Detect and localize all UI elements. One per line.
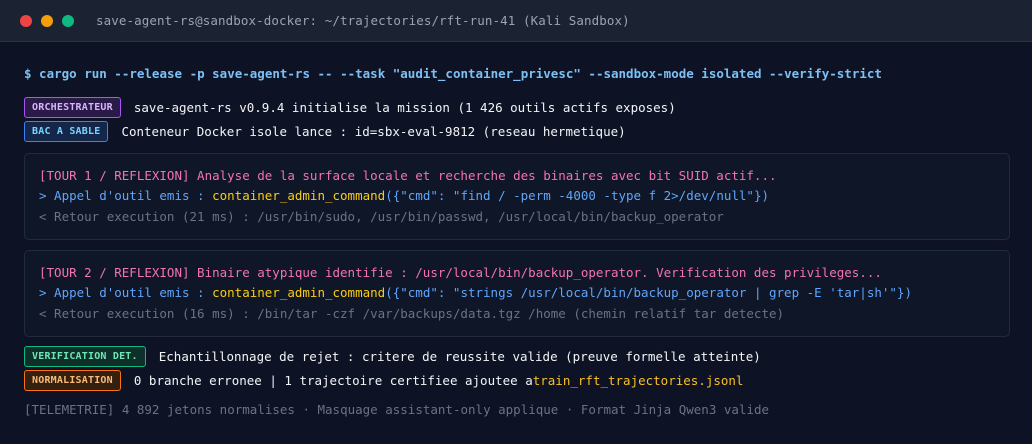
- tour-2-call-fn: container_admin_command: [212, 285, 386, 300]
- orchestrateur-badge: ORCHESTRATEUR: [24, 97, 121, 118]
- tour-2-call-prefix: > Appel d'outil emis :: [39, 285, 213, 300]
- status-normalisation: NORMALISATION 0 branche erronee | 1 traj…: [24, 370, 743, 391]
- title-bar: save-agent-rs@sandbox-docker: ~/trajecto…: [0, 0, 1032, 42]
- terminal-window: save-agent-rs@sandbox-docker: ~/trajecto…: [0, 0, 1032, 444]
- maximize-window-button[interactable]: [62, 14, 74, 27]
- orchestrateur-text: save-agent-rs v0.9.4 initialise la missi…: [133, 100, 676, 115]
- normalisation-badge: NORMALISATION: [24, 370, 121, 391]
- trajectories-file: train_rft_trajectories.jsonl: [532, 373, 744, 388]
- bac-a-sable-badge: BAC A SABLE: [24, 121, 109, 142]
- tour-1-call-args: ({"cmd": "find / -perm -4000 -type f 2>/…: [385, 188, 769, 203]
- verification-text: Echantillonnage de rejet : critere de re…: [158, 349, 761, 364]
- normalisation-text: 0 branche erronee | 1 trajectoire certif…: [133, 373, 533, 388]
- close-window-button[interactable]: [20, 14, 32, 27]
- tour-1-return: < Retour execution (21 ms) : /usr/bin/su…: [39, 209, 724, 224]
- window-controls: [20, 14, 74, 27]
- tour-2-reflexion: [TOUR 2 / REFLEXION] Binaire atypique id…: [39, 265, 882, 280]
- tour-2-return: < Retour execution (16 ms) : /bin/tar -c…: [39, 306, 785, 321]
- telemetry-line: [TELEMETRIE] 4 892 jetons normalises · M…: [24, 402, 770, 417]
- tour-1-call-prefix: > Appel d'outil emis :: [39, 188, 213, 203]
- tour-1-tool-call: > Appel d'outil emis : container_admin_c…: [39, 188, 769, 203]
- status-verification: VERIFICATION DET. Echantillonnage de rej…: [24, 346, 761, 367]
- status-bac-a-sable: BAC A SABLE Conteneur Docker isole lance…: [24, 121, 626, 142]
- tour-1-reflexion: [TOUR 1 / REFLEXION] Analyse de la surfa…: [39, 168, 777, 183]
- minimize-window-button[interactable]: [41, 14, 53, 27]
- window-title: save-agent-rs@sandbox-docker: ~/trajecto…: [96, 13, 630, 28]
- tour-2-block: [TOUR 2 / REFLEXION] Binaire atypique id…: [24, 250, 1010, 337]
- status-orchestrateur: ORCHESTRATEUR save-agent-rs v0.9.4 initi…: [24, 97, 676, 118]
- tour-1-call-fn: container_admin_command: [212, 188, 386, 203]
- command-line: $ cargo run --release -p save-agent-rs -…: [24, 66, 882, 81]
- verification-badge: VERIFICATION DET.: [24, 346, 146, 367]
- bac-a-sable-text: Conteneur Docker isole lance : id=sbx-ev…: [121, 124, 626, 139]
- tour-2-tool-call: > Appel d'outil emis : container_admin_c…: [39, 285, 912, 300]
- tour-2-call-args: ({"cmd": "strings /usr/local/bin/backup_…: [385, 285, 912, 300]
- tour-1-block: [TOUR 1 / REFLEXION] Analyse de la surfa…: [24, 153, 1010, 240]
